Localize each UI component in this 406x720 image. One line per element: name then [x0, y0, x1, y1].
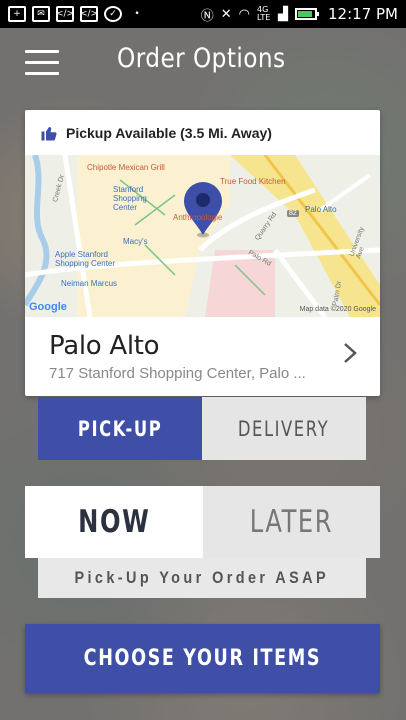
- map-label: Apple Stanford Shopping Center: [55, 250, 116, 268]
- pickup-button-label: PICK-UP: [77, 416, 163, 441]
- code-icon: </>: [56, 6, 74, 22]
- pickup-button[interactable]: PICK-UP: [38, 397, 202, 460]
- app-header: Order Options: [0, 28, 406, 96]
- map-image: [25, 155, 380, 317]
- thumbs-up-icon: [41, 126, 57, 140]
- map-attribution: Map data ©2020 Google: [299, 306, 376, 313]
- nfc-icon: Ⓝ: [200, 8, 214, 24]
- later-button-label: LATER: [249, 504, 333, 540]
- location-card[interactable]: Pickup Available (3.5 Mi. Away) Chipotle…: [25, 110, 380, 396]
- pickup-availability: Pickup Available (3.5 Mi. Away): [25, 110, 380, 155]
- mute-icon: ✕: [220, 6, 232, 22]
- code-icon: </>: [80, 6, 98, 22]
- store-address: 717 Stanford Shopping Center, Palo ...: [49, 365, 306, 382]
- pickup-label: Pickup Available (3.5 Mi. Away): [66, 124, 272, 141]
- map-label: Palo Alto: [305, 205, 337, 214]
- page-title: Order Options: [117, 43, 286, 74]
- location-map[interactable]: Chipotle Mexican Grill Stanford Shopping…: [25, 155, 380, 317]
- map-label: Chipotle Mexican Grill: [87, 163, 165, 172]
- notification-icon: +: [8, 6, 26, 22]
- map-label: Neiman Marcus: [61, 279, 118, 288]
- more-icon: •: [134, 9, 140, 19]
- map-label: Stanford Shopping Center: [113, 185, 147, 212]
- map-label: 82: [287, 210, 299, 217]
- now-button-label: NOW: [77, 504, 150, 540]
- google-logo: Google: [29, 301, 67, 313]
- delivery-button[interactable]: DELIVERY: [202, 397, 366, 460]
- signal-icon: ▟: [278, 6, 289, 22]
- map-label: True Food Kitchen: [220, 177, 286, 186]
- clock: 12:17 PM: [328, 5, 398, 23]
- timing-toggle: NOW LATER: [25, 486, 380, 558]
- map-label: Anthropologie: [173, 213, 223, 222]
- battery-icon: [295, 8, 320, 20]
- map-label: Macy's: [123, 237, 148, 246]
- choose-items-button[interactable]: CHOOSE YOUR ITEMS: [25, 624, 380, 693]
- wifi-icon: ◠: [238, 6, 251, 22]
- later-button[interactable]: LATER: [202, 486, 380, 558]
- now-button[interactable]: NOW: [25, 486, 203, 558]
- timing-note: Pick-Up Your Order ASAP: [38, 558, 366, 598]
- store-name: Palo Alto: [49, 331, 160, 361]
- timing-note-text: Pick-Up Your Order ASAP: [74, 568, 330, 587]
- network-label: 4G LTE: [257, 5, 271, 22]
- store-info[interactable]: Palo Alto 717 Stanford Shopping Center, …: [25, 317, 380, 396]
- delivery-button-label: DELIVERY: [238, 416, 330, 441]
- check-icon: ✓: [104, 6, 122, 22]
- choose-items-label: CHOOSE YOUR ITEMS: [83, 646, 322, 671]
- chevron-right-icon[interactable]: [342, 341, 358, 365]
- hamburger-menu-icon[interactable]: [25, 50, 59, 76]
- fulfillment-toggle: PICK-UP DELIVERY: [38, 397, 366, 460]
- mail-icon: ✉: [32, 6, 50, 22]
- status-bar: + ✉ </> </> ✓ • Ⓝ ✕ ◠ 4G LTE ▟ 12:17 PM: [0, 0, 406, 28]
